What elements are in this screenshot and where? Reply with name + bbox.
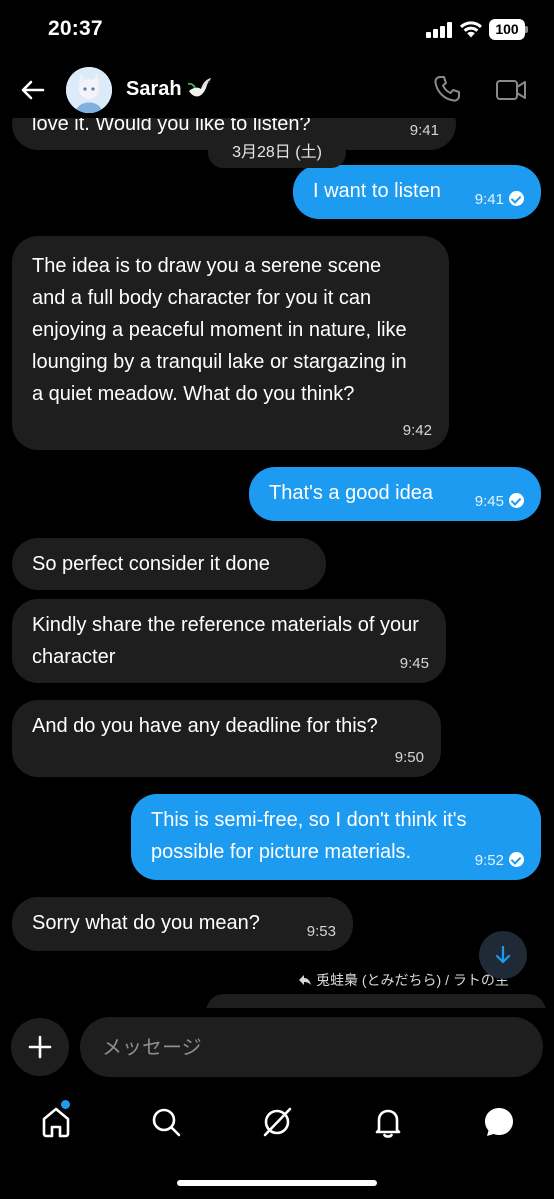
message-incoming[interactable]: Sorry what do you mean? 9:53 [12,897,353,951]
message-input[interactable] [80,1017,543,1077]
message-time: 9:53 [306,923,336,940]
message-outgoing[interactable]: This is semi-free, so I don't think it's… [131,794,541,880]
message-text: Sorry what do you mean? [32,912,260,934]
read-check-icon [509,191,524,206]
message-time: 9:45 [474,493,504,510]
arrow-down-icon [495,945,511,964]
back-arrow-icon[interactable] [18,75,48,105]
phone-icon[interactable] [432,74,462,104]
plus-icon [28,1035,52,1059]
wifi-icon [460,21,482,38]
add-attachment-button[interactable] [11,1018,69,1076]
message-list[interactable]: love it. Would you like to listen? 9:41 … [0,118,554,1008]
status-time: 20:37 [48,17,103,40]
messages-icon[interactable] [479,1102,519,1142]
message-text: That's a good idea [269,482,433,504]
message-time: 9:41 [409,122,439,139]
message-time: 9:41 [474,191,504,208]
message-text: The idea is to draw you a serene scene a… [32,255,407,405]
contact-name[interactable]: Sarah [126,78,182,101]
reply-preview-bubble[interactable] [206,994,546,1008]
notification-dot [61,1100,70,1109]
avatar-illustration [66,67,112,113]
grok-icon[interactable] [257,1102,297,1142]
message-incoming[interactable]: So perfect consider it done [12,538,326,590]
message-outgoing[interactable]: I want to listen 9:41 [293,165,541,219]
search-icon[interactable] [146,1102,186,1142]
message-text: This is semi-free, so I don't think it's… [151,809,467,863]
message-time: 9:52 [474,852,504,869]
home-icon[interactable] [36,1102,76,1142]
message-outgoing[interactable]: That's a good idea 9:45 [249,467,541,521]
message-text: So perfect consider it done [32,553,270,575]
reply-arrow-icon [299,975,311,985]
date-separator: 3月28日 (土) [208,138,346,168]
message-time: 9:45 [399,655,429,672]
chat-header: Sarah [0,62,554,118]
message-time: 9:42 [402,422,432,439]
status-bar: 20:37 100 [0,0,554,62]
message-text: Kindly share the reference materials of … [32,614,419,668]
dove-icon [187,78,211,97]
message-incoming[interactable]: Kindly share the reference materials of … [12,599,446,683]
read-check-icon [509,852,524,867]
composer [0,1008,554,1088]
bottom-nav [0,1088,554,1199]
battery-nub [525,26,528,33]
scroll-to-bottom-button[interactable] [479,931,527,979]
message-text: I want to listen [313,180,441,202]
message-time: 9:50 [394,749,424,766]
message-text: And do you have any deadline for this? [32,715,378,737]
notifications-bell-icon[interactable] [368,1102,408,1142]
read-check-icon [509,493,524,508]
battery-level: 100 [489,19,525,40]
home-indicator [177,1180,377,1186]
video-camera-icon[interactable] [495,76,527,104]
cellular-signal-icon [426,22,452,38]
avatar[interactable] [66,67,112,113]
message-incoming[interactable]: And do you have any deadline for this? 9… [12,700,441,777]
message-incoming[interactable]: The idea is to draw you a serene scene a… [12,236,449,450]
message-text: love it. Would you like to listen? [32,118,311,135]
reply-context: 兎蛙梟 (とみだちら) / ラトの主 [298,970,509,990]
